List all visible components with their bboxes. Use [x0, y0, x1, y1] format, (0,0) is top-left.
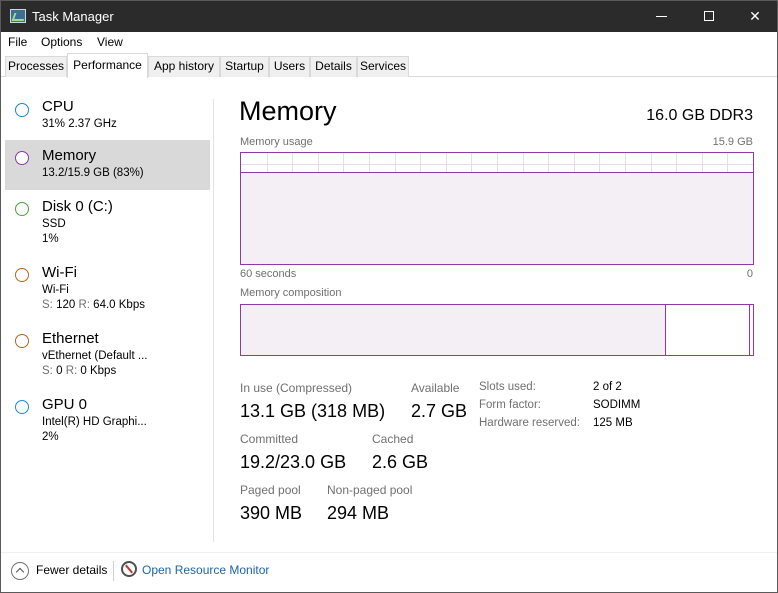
wifi-graph-icon — [15, 268, 29, 282]
tab-app-history[interactable]: App history — [148, 56, 220, 77]
cached-value: 2.6 GB — [372, 452, 429, 472]
sidebar-item-memory[interactable]: Memory 13.2/15.9 GB (83%) — [5, 140, 210, 190]
tab-processes[interactable]: Processes — [5, 56, 67, 77]
receive-label: R: — [78, 299, 90, 311]
sidebar-item-title: Memory — [42, 147, 97, 164]
sidebar-item-gpu[interactable]: GPU 0 Intel(R) HD Graphi... 2% — [5, 391, 210, 449]
menu-options[interactable]: Options — [41, 35, 82, 49]
open-resource-monitor-link[interactable]: Open Resource Monitor — [142, 563, 269, 577]
footer-bar: Fewer details Open Resource Monitor — [1, 552, 777, 592]
committed-label: Committed — [240, 432, 299, 446]
sidebar-divider — [213, 99, 214, 542]
tab-bar: Processes Performance App history Startu… — [1, 52, 777, 78]
fewer-details-button[interactable]: Fewer details — [36, 563, 107, 577]
menu-file[interactable]: File — [8, 35, 27, 49]
receive-value: 64.0 Kbps — [93, 299, 145, 311]
sidebar-item-throughput: S: 120 R: 64.0 Kbps — [42, 299, 145, 311]
menu-bar: File Options View — [1, 32, 777, 52]
sidebar-item-detail: vEthernet (Default ... — [42, 350, 148, 362]
send-label: S: — [42, 299, 53, 311]
minimize-icon — [656, 16, 667, 17]
sidebar-item-cpu[interactable]: CPU 31% 2.37 GHz — [5, 92, 210, 142]
task-manager-app-icon — [10, 9, 26, 23]
footer-separator — [113, 561, 114, 581]
send-value: 0 — [56, 365, 63, 377]
sidebar-item-detail: 1% — [42, 233, 59, 245]
close-icon: ✕ — [749, 8, 761, 24]
sidebar-item-detail: 31% 2.37 GHz — [42, 118, 117, 130]
paged-pool-label: Paged pool — [240, 483, 301, 497]
form-factor-label: Form factor: — [479, 399, 541, 411]
task-manager-window: Task Manager ✕ File Options View Process… — [0, 0, 778, 593]
cpu-graph-icon — [15, 103, 29, 117]
title-bar[interactable]: Task Manager ✕ — [1, 1, 777, 32]
window-title: Task Manager — [32, 9, 114, 24]
receive-label: R: — [65, 365, 78, 377]
chevron-up-icon[interactable] — [11, 562, 29, 580]
sidebar-item-ethernet[interactable]: Ethernet vEthernet (Default ... S: 0 R: … — [5, 325, 210, 383]
sidebar-item-detail: SSD — [42, 218, 66, 230]
form-factor-value: SODIMM — [593, 399, 641, 411]
receive-value: 0 Kbps — [80, 365, 117, 377]
minimize-button[interactable] — [639, 1, 685, 32]
memory-spec: 16.0 GB DDR3 — [646, 107, 753, 124]
memory-usage-graph — [240, 152, 754, 265]
composition-free-divider — [749, 305, 750, 355]
sidebar-item-detail: Intel(R) HD Graphi... — [42, 416, 147, 428]
tab-services[interactable]: Services — [357, 56, 409, 77]
tab-details[interactable]: Details — [310, 56, 357, 77]
sidebar-item-throughput: S: 0 R: 0 Kbps — [42, 365, 116, 377]
menu-view[interactable]: View — [97, 35, 123, 49]
in-use-value: 13.1 GB (318 MB) — [240, 401, 386, 421]
maximize-icon — [704, 11, 714, 21]
gpu-graph-icon — [15, 400, 29, 414]
sidebar-item-wifi[interactable]: Wi-Fi Wi-Fi S: 120 R: 64.0 Kbps — [5, 259, 210, 317]
graph-axis-right: 0 — [746, 268, 753, 280]
close-button[interactable]: ✕ — [732, 1, 778, 32]
memory-usage-label: Memory usage — [240, 136, 313, 148]
sidebar-item-detail: 13.2/15.9 GB (83%) — [42, 167, 144, 179]
paged-pool-value: 390 MB — [240, 503, 303, 523]
sidebar-item-title: Wi-Fi — [42, 264, 77, 281]
resource-monitor-icon[interactable] — [121, 561, 137, 577]
non-paged-pool-value: 294 MB — [327, 503, 390, 523]
tab-startup[interactable]: Startup — [220, 56, 269, 77]
in-use-label: In use (Compressed) — [240, 381, 353, 395]
maximize-button[interactable] — [686, 1, 732, 32]
committed-value: 19.2/23.0 GB — [240, 452, 347, 472]
memory-usage-max: 15.9 GB — [712, 136, 753, 148]
resource-sidebar: CPU 31% 2.37 GHz Memory 13.2/15.9 GB (83… — [5, 78, 213, 538]
memory-graph-icon — [15, 151, 29, 165]
sidebar-item-title: CPU — [42, 98, 74, 115]
sidebar-item-detail: Wi-Fi — [42, 284, 69, 296]
sidebar-item-disk[interactable]: Disk 0 (C:) SSD 1% — [5, 193, 210, 251]
memory-composition-label: Memory composition — [240, 287, 342, 299]
disk-graph-icon — [15, 202, 29, 216]
sidebar-item-title: Ethernet — [42, 330, 99, 347]
slots-used-label: Slots used: — [479, 381, 536, 393]
graph-axis-left: 60 seconds — [240, 268, 297, 280]
send-label: S: — [42, 365, 53, 377]
sidebar-item-title: GPU 0 — [42, 396, 88, 413]
memory-composition-bar — [240, 304, 754, 356]
available-value: 2.7 GB — [411, 401, 468, 421]
page-title: Memory — [239, 96, 337, 126]
send-value: 120 — [56, 299, 76, 311]
non-paged-pool-label: Non-paged pool — [327, 483, 413, 497]
tab-users[interactable]: Users — [269, 56, 310, 77]
sidebar-item-title: Disk 0 (C:) — [42, 198, 113, 215]
cached-label: Cached — [372, 432, 414, 446]
ethernet-graph-icon — [15, 334, 29, 348]
slots-used-value: 2 of 2 — [593, 381, 622, 393]
available-label: Available — [411, 381, 460, 395]
sidebar-item-detail: 2% — [42, 431, 59, 443]
hardware-reserved-value: 125 MB — [593, 417, 633, 429]
memory-usage-fill — [241, 171, 753, 264]
hardware-reserved-label: Hardware reserved: — [479, 417, 580, 429]
tab-performance[interactable]: Performance — [67, 53, 148, 78]
composition-in-use — [241, 305, 666, 355]
